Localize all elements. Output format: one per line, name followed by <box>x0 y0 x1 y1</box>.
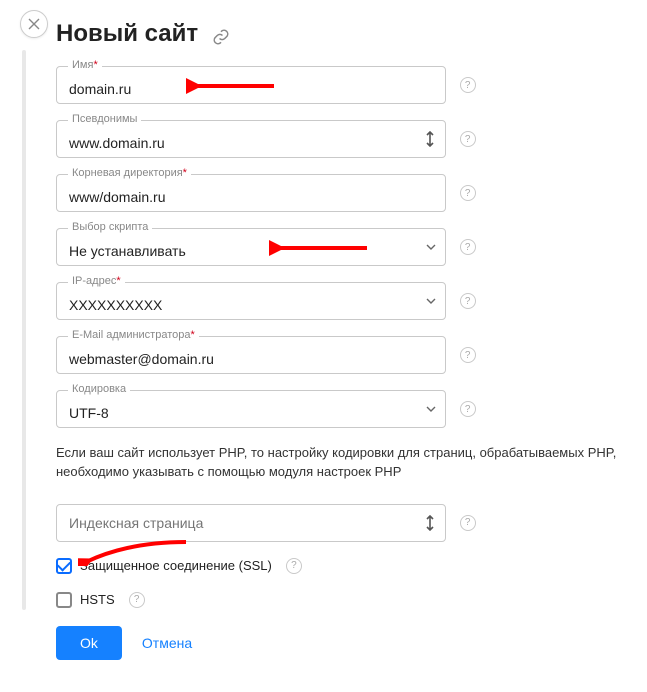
help-icon[interactable]: ? <box>460 131 476 147</box>
ssl-label: Защищенное соединение (SSL) <box>80 558 272 573</box>
row-script: Выбор скрипта Не устанавливать ? <box>56 228 641 266</box>
row-email: E-Mail администратора* ? <box>56 336 641 374</box>
row-aliases: Псевдонимы ? <box>56 120 641 158</box>
hsts-label: HSTS <box>80 592 115 607</box>
row-index: ? <box>56 504 641 542</box>
cancel-button[interactable]: Отмена <box>142 635 192 651</box>
help-icon[interactable]: ? <box>460 239 476 255</box>
link-icon[interactable] <box>212 25 230 43</box>
help-icon[interactable]: ? <box>460 401 476 417</box>
help-icon[interactable]: ? <box>460 515 476 531</box>
name-input[interactable] <box>56 66 446 104</box>
page-title: Новый сайт <box>56 20 641 48</box>
index-input[interactable] <box>56 504 446 542</box>
help-icon[interactable]: ? <box>460 185 476 201</box>
row-name: Имя* ? <box>56 66 641 104</box>
help-icon[interactable]: ? <box>286 558 302 574</box>
help-icon[interactable]: ? <box>460 77 476 93</box>
ssl-checkbox[interactable] <box>56 558 72 574</box>
row-root: Корневая директория* ? <box>56 174 641 212</box>
encoding-note: Если ваш сайт использует PHP, то настрой… <box>56 444 631 482</box>
row-hsts: HSTS ? <box>56 592 641 608</box>
page-title-text: Новый сайт <box>56 20 198 48</box>
label-root: Корневая директория* <box>68 166 191 180</box>
ok-button[interactable]: Ok <box>56 626 122 660</box>
close-icon <box>28 18 40 30</box>
scrollbar[interactable] <box>22 50 26 610</box>
label-email: E-Mail администратора* <box>68 328 199 342</box>
form-panel: Новый сайт Имя* ? Псевдонимы <box>56 20 647 660</box>
help-icon[interactable]: ? <box>460 347 476 363</box>
help-icon[interactable]: ? <box>460 293 476 309</box>
hsts-checkbox[interactable] <box>56 592 72 608</box>
label-name: Имя* <box>68 58 102 72</box>
label-encoding: Кодировка <box>68 382 130 396</box>
label-aliases: Псевдонимы <box>68 112 141 126</box>
row-ssl: Защищенное соединение (SSL) ? <box>56 558 641 574</box>
label-script: Выбор скрипта <box>68 220 152 234</box>
label-ip: IP-адрес* <box>68 274 125 288</box>
row-ip: IP-адрес* XXXXXXXXXX ? <box>56 282 641 320</box>
row-encoding: Кодировка UTF-8 ? <box>56 390 641 428</box>
actions: Ok Отмена <box>56 626 641 660</box>
help-icon[interactable]: ? <box>129 592 145 608</box>
close-button[interactable] <box>20 10 48 38</box>
